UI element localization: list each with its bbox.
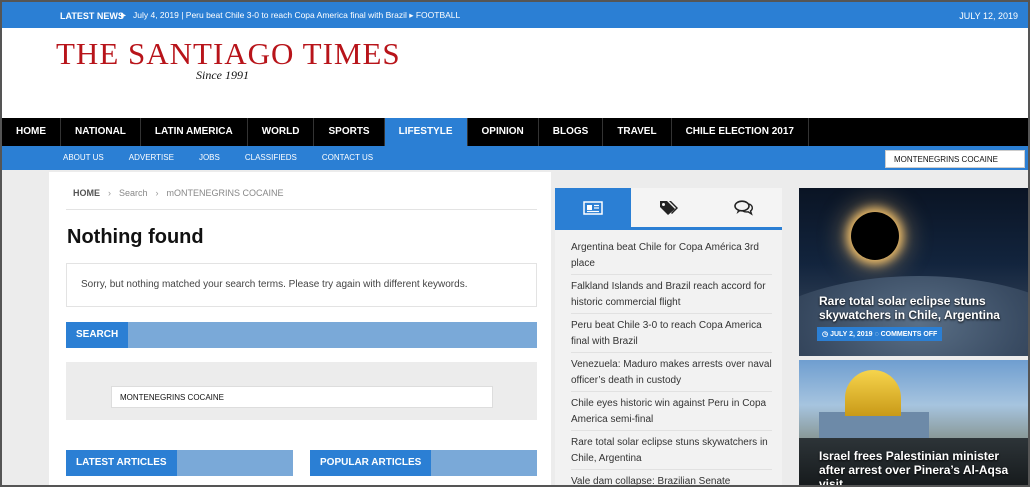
featured-comments: COMMENTS OFF: [880, 331, 938, 338]
newspaper-icon: [583, 200, 603, 215]
nav-latin-america[interactable]: LATIN AMERICA: [141, 118, 248, 146]
sidebar-widget: Argentina beat Chile for Copa América 3r…: [555, 188, 782, 485]
nav-sports[interactable]: SPORTS: [314, 118, 385, 146]
tab-recent[interactable]: [555, 188, 631, 227]
clock-icon: ◷: [822, 331, 831, 338]
header-search-input[interactable]: [885, 150, 1025, 168]
page-frame: LATEST NEWS ▸ July 4, 2019 | Peru beat C…: [0, 0, 1030, 487]
search-results-panel: HOME › Search › mONTENEGRINS COCAINE Nothing…: [49, 172, 551, 485]
dome-image: [845, 370, 901, 416]
list-item[interactable]: Chile eyes historic win against Peru in …: [571, 396, 772, 431]
subnav-classifieds[interactable]: CLASSIFIEDS: [232, 146, 309, 170]
breadcrumb-search: Search: [119, 188, 148, 198]
search-widget-header: SEARCH: [66, 322, 537, 348]
list-item[interactable]: Venezuela: Maduro makes arrests over nav…: [571, 357, 772, 392]
tags-icon: [659, 200, 678, 215]
search-widget-heading: SEARCH: [66, 322, 129, 348]
subnav-contact-us[interactable]: CONTACT US: [309, 146, 385, 170]
featured-stories: Rare total solar eclipse stuns skywatche…: [799, 188, 1028, 485]
page-title: Nothing found: [67, 226, 204, 248]
breadcrumb-arrow-icon: ›: [108, 188, 111, 198]
list-item[interactable]: Rare total solar eclipse stuns skywatche…: [571, 435, 772, 470]
current-date: JULY 12, 2019: [959, 11, 1018, 21]
featured-title[interactable]: Rare total solar eclipse stuns skywatche…: [819, 294, 1019, 322]
featured-meta: ◷ JULY 2, 2019 ◌ COMMENTS OFF: [817, 327, 943, 341]
featured-title[interactable]: Israel frees Palestinian minister after …: [819, 449, 1024, 485]
sub-nav: ABOUT US ADVERTISE JOBS CLASSIFIEDS CONT…: [2, 146, 1028, 170]
list-item[interactable]: Argentina beat Chile for Copa América 3r…: [571, 240, 772, 275]
eclipse-image: [851, 212, 899, 260]
tab-tags[interactable]: [631, 188, 707, 227]
main-nav: HOME NATIONAL LATIN AMERICA WORLD SPORTS…: [2, 118, 1028, 146]
recent-news-list: Argentina beat Chile for Copa América 3r…: [555, 230, 782, 485]
site-header: THE SANTIAGO TIMES Since 1991: [2, 28, 1028, 118]
popular-articles-tab[interactable]: POPULAR ARTICLES: [310, 450, 432, 476]
top-news-bar: LATEST NEWS ▸ July 4, 2019 | Peru beat C…: [2, 2, 1028, 28]
featured-card[interactable]: Rare total solar eclipse stuns skywatche…: [799, 188, 1028, 356]
latest-articles-header: LATEST ARTICLES: [66, 450, 293, 476]
nav-chile-election-2017[interactable]: CHILE ELECTION 2017: [672, 118, 809, 146]
list-item[interactable]: Falkland Islands and Brazil reach accord…: [571, 279, 772, 314]
nav-world[interactable]: WORLD: [248, 118, 315, 146]
list-item[interactable]: Vale dam collapse: Brazilian Senate: [571, 474, 772, 485]
breadcrumb-arrow-icon: ›: [155, 188, 159, 198]
subnav-advertise[interactable]: ADVERTISE: [116, 146, 186, 170]
featured-card[interactable]: Israel frees Palestinian minister after …: [799, 360, 1028, 485]
nav-national[interactable]: NATIONAL: [61, 118, 141, 146]
news-ticker[interactable]: July 4, 2019 | Peru beat Chile 3-0 to re…: [133, 10, 460, 21]
latest-articles-tab[interactable]: LATEST ARTICLES: [66, 450, 177, 476]
nav-home[interactable]: HOME: [2, 118, 61, 146]
site-logo[interactable]: THE SANTIAGO TIMES: [56, 36, 401, 72]
tab-comments[interactable]: [706, 188, 782, 227]
nav-blogs[interactable]: BLOGS: [539, 118, 604, 146]
breadcrumb: HOME › Search › mONTENEGRINS COCAINE: [66, 188, 537, 210]
subnav-about-us[interactable]: ABOUT US: [50, 146, 116, 170]
no-results-message: Sorry, but nothing matched your search t…: [66, 263, 537, 307]
latest-news-label: LATEST NEWS: [60, 11, 124, 21]
ticker-separator: ▸: [121, 10, 127, 21]
featured-date: JULY 2, 2019: [830, 331, 873, 338]
search-widget-input[interactable]: [111, 386, 493, 408]
nav-opinion[interactable]: OPINION: [468, 118, 539, 146]
sidebar-tabs: [555, 188, 782, 230]
breadcrumb-home[interactable]: HOME: [73, 188, 100, 198]
subnav-jobs[interactable]: JOBS: [186, 146, 232, 170]
site-tagline: Since 1991: [196, 68, 249, 82]
nav-travel[interactable]: TRAVEL: [603, 118, 672, 146]
popular-articles-header: POPULAR ARTICLES: [310, 450, 537, 476]
comments-icon: [734, 199, 754, 216]
nav-lifestyle[interactable]: LIFESTYLE: [384, 118, 468, 146]
breadcrumb-query: mONTENEGRINS COCAINE: [166, 188, 284, 198]
list-item[interactable]: Peru beat Chile 3-0 to reach Copa Americ…: [571, 318, 772, 353]
search-widget: [66, 362, 537, 420]
